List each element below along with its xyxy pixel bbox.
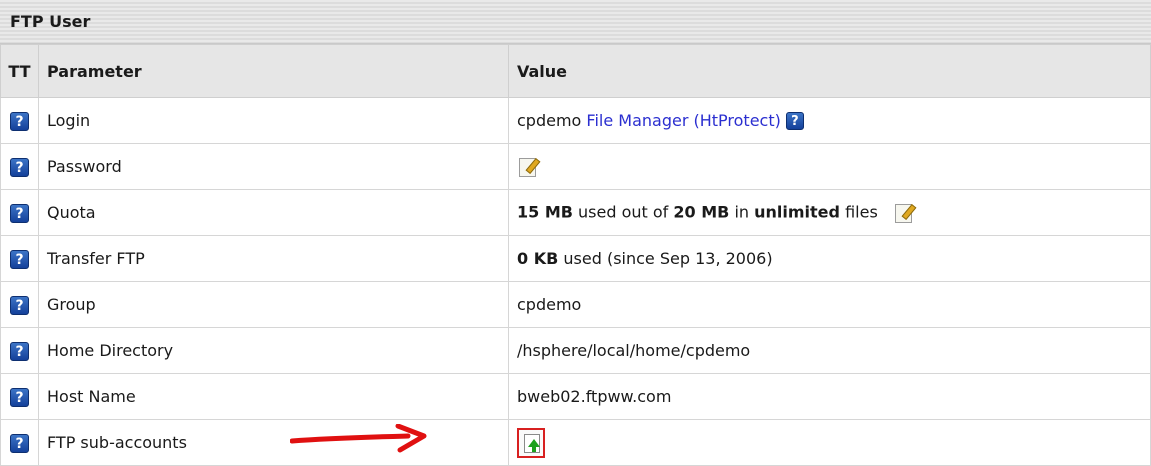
panel-title: FTP User [0, 0, 1151, 44]
ftp-user-table: TT Parameter Value ? Login cpdemo File M… [0, 44, 1151, 466]
add-sub-account-icon[interactable] [517, 427, 545, 458]
param-label: FTP sub-accounts [38, 419, 509, 466]
edit-password-icon[interactable] [517, 156, 541, 178]
help-icon[interactable]: ? [10, 249, 29, 269]
param-label: Quota [38, 189, 509, 236]
value-cell: 0 KB used (since Sep 13, 2006) [508, 235, 1151, 282]
help-icon[interactable]: ? [10, 157, 29, 177]
value-cell [508, 143, 1151, 190]
login-value: cpdemo [517, 110, 582, 130]
quota-files-limit: unlimited [754, 202, 840, 221]
param-label: Group [38, 281, 509, 328]
quota-used-text: used out of [572, 202, 674, 221]
table-row-group: ? Group cpdemo [0, 281, 1151, 328]
value-cell: cpdemo [508, 281, 1151, 328]
value-cell [508, 419, 1151, 466]
table-row-ftp-sub-accounts: ? FTP sub-accounts [0, 419, 1151, 466]
quota-files-text: files [839, 202, 878, 221]
param-label: Transfer FTP [38, 235, 509, 282]
help-icon[interactable]: ? [10, 387, 29, 407]
red-arrow-annotation [290, 424, 427, 453]
param-label: Password [38, 143, 509, 190]
param-label: Login [38, 97, 509, 144]
help-icon[interactable]: ? [10, 433, 29, 453]
transfer-amount: 0 KB [517, 249, 559, 268]
param-label: Host Name [38, 373, 509, 420]
table-row-host-name: ? Host Name bweb02.ftpww.com [0, 373, 1151, 420]
ftp-user-panel: FTP User TT Parameter Value ? Login cpde… [0, 0, 1151, 466]
param-label: Home Directory [38, 327, 509, 374]
column-header-value: Value [508, 44, 1151, 98]
value-cell: cpdemo File Manager (HtProtect) ? [508, 97, 1151, 144]
quota-used: 15 MB [517, 202, 573, 221]
edit-quota-icon[interactable] [893, 202, 917, 224]
transfer-suffix: used (since Sep 13, 2006) [558, 249, 773, 268]
table-row-login: ? Login cpdemo File Manager (HtProtect) … [0, 97, 1151, 144]
table-row-password: ? Password [0, 143, 1151, 190]
column-header-tt: TT [0, 44, 39, 98]
value-cell: /hsphere/local/home/cpdemo [508, 327, 1151, 374]
help-icon[interactable]: ? [10, 203, 29, 223]
help-icon[interactable]: ? [785, 112, 804, 131]
column-header-parameter: Parameter [38, 44, 509, 98]
help-icon[interactable]: ? [10, 341, 29, 361]
table-row-home-directory: ? Home Directory /hsphere/local/home/cpd… [0, 327, 1151, 374]
value-cell: 15 MB used out of 20 MB in unlimited fil… [508, 189, 1151, 236]
quota-limit: 20 MB [673, 202, 730, 221]
table-header-row: TT Parameter Value [0, 44, 1151, 98]
help-icon[interactable]: ? [10, 111, 29, 131]
quota-in-text: in [729, 202, 755, 221]
value-cell: bweb02.ftpww.com [508, 373, 1151, 420]
file-manager-link[interactable]: File Manager (HtProtect) [586, 111, 780, 130]
table-row-quota: ? Quota 15 MB used out of 20 MB in unlim… [0, 189, 1151, 236]
help-icon[interactable]: ? [10, 295, 29, 315]
table-row-transfer: ? Transfer FTP 0 KB used (since Sep 13, … [0, 235, 1151, 282]
